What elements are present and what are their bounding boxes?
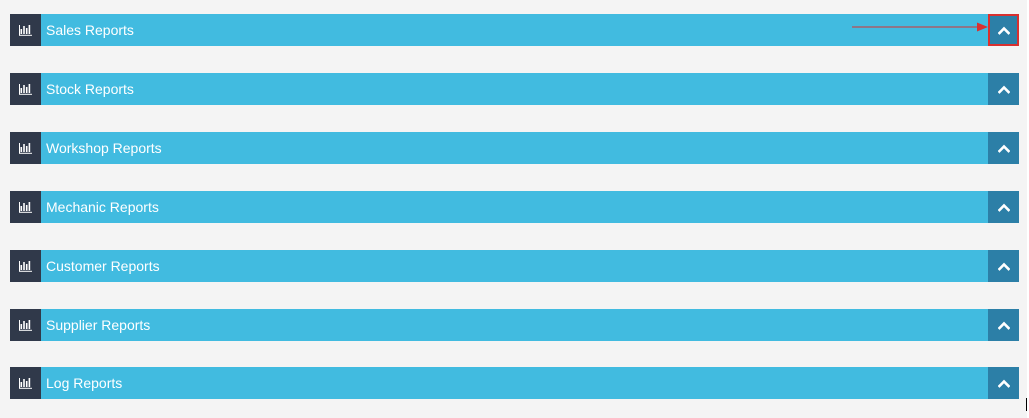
panel-title: Log Reports (46, 375, 123, 391)
text-cursor (1026, 398, 1027, 411)
bar-chart-icon (10, 132, 41, 164)
panel-title: Stock Reports (46, 81, 134, 97)
panel-mechanic-reports[interactable]: Mechanic Reports (10, 191, 1019, 223)
collapse-button[interactable] (988, 309, 1019, 341)
chevron-up-icon (997, 26, 1010, 35)
bar-chart-icon (10, 250, 41, 282)
bar-chart-icon (10, 367, 41, 399)
collapse-button[interactable] (988, 191, 1019, 223)
panel-title: Sales Reports (46, 22, 134, 38)
chevron-up-icon (997, 262, 1010, 271)
bar-chart-icon (10, 73, 41, 105)
chevron-up-icon (997, 321, 1010, 330)
panel-title: Mechanic Reports (46, 199, 159, 215)
panel-title: Customer Reports (46, 258, 160, 274)
collapse-button[interactable] (988, 367, 1019, 399)
reports-page: Sales Reports Stock Reports Workshop Rep… (0, 0, 1027, 418)
collapse-button[interactable] (988, 14, 1019, 46)
panel-sales-reports[interactable]: Sales Reports (10, 14, 1019, 46)
collapse-button[interactable] (988, 73, 1019, 105)
panel-log-reports[interactable]: Log Reports (10, 367, 1019, 399)
panel-customer-reports[interactable]: Customer Reports (10, 250, 1019, 282)
collapse-button[interactable] (988, 132, 1019, 164)
panel-supplier-reports[interactable]: Supplier Reports (10, 309, 1019, 341)
chevron-up-icon (997, 85, 1010, 94)
chevron-up-icon (997, 144, 1010, 153)
chevron-up-icon (997, 379, 1010, 388)
collapse-button[interactable] (988, 250, 1019, 282)
bar-chart-icon (10, 14, 41, 46)
bar-chart-icon (10, 309, 41, 341)
bar-chart-icon (10, 191, 41, 223)
panel-title: Supplier Reports (46, 317, 151, 333)
chevron-up-icon (997, 203, 1010, 212)
panel-stock-reports[interactable]: Stock Reports (10, 73, 1019, 105)
panel-title: Workshop Reports (46, 140, 162, 156)
panel-workshop-reports[interactable]: Workshop Reports (10, 132, 1019, 164)
